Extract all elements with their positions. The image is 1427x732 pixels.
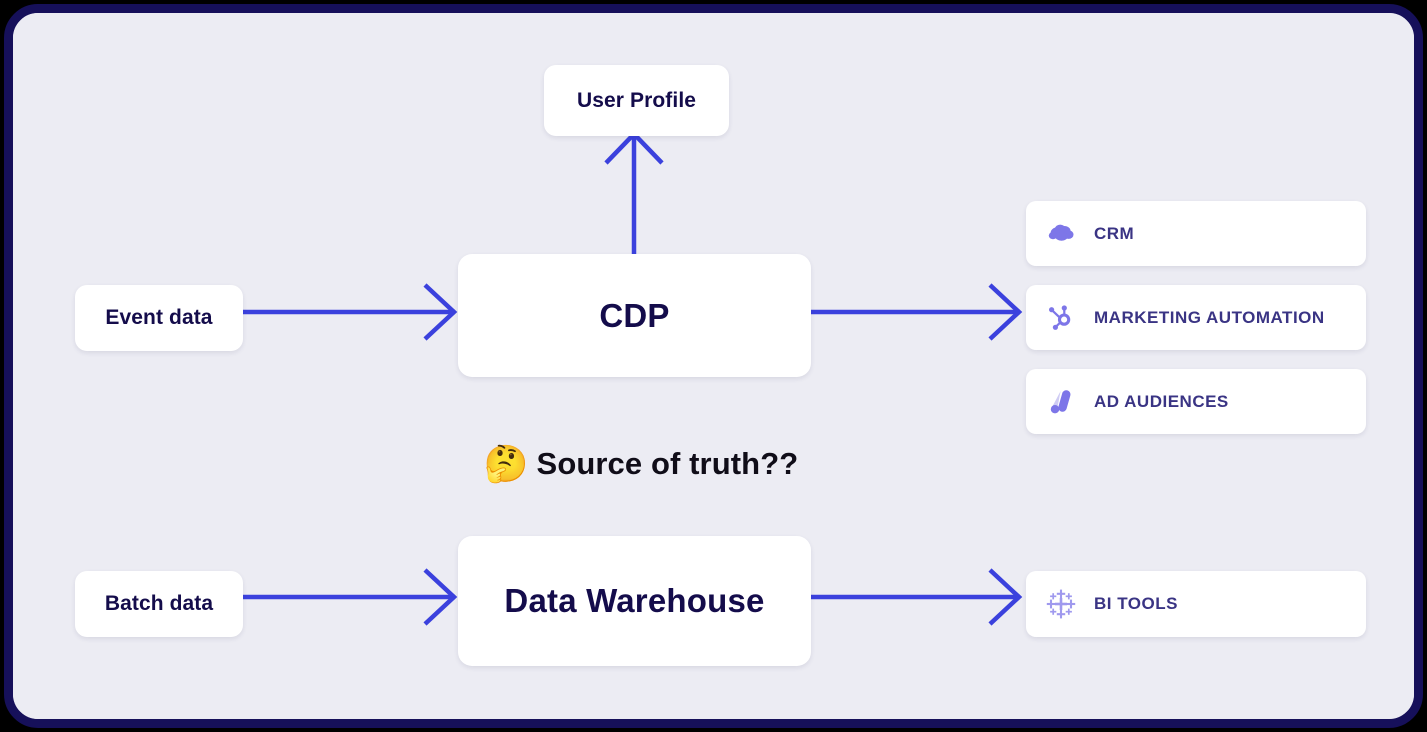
node-data-warehouse-label: Data Warehouse [504, 582, 765, 619]
arrow-event-to-cdp-head [423, 283, 458, 341]
thinking-face-icon: 🤔 [483, 443, 529, 484]
node-batch-data-label: Batch data [104, 592, 214, 615]
diagram-frame: Event data Batch data CDP Data Warehouse… [4, 4, 1423, 728]
destination-card-bi-tools: BI TOOLS [1026, 571, 1366, 637]
arrow-batch-to-warehouse-head [423, 568, 458, 626]
node-event-data: Event data [75, 285, 243, 351]
destination-card-ad-audiences: AD AUDIENCES [1026, 369, 1366, 434]
node-user-profile: User Profile [544, 65, 729, 136]
node-data-warehouse: Data Warehouse [458, 536, 811, 666]
destination-card-crm: CRM [1026, 201, 1366, 266]
destination-card-marketing-automation: MARKETING AUTOMATION [1026, 285, 1366, 350]
diagram-canvas: Event data Batch data CDP Data Warehouse… [13, 13, 1414, 719]
tableau-icon [1046, 589, 1076, 619]
salesforce-cloud-icon [1048, 224, 1074, 241]
node-cdp-label: CDP [599, 296, 670, 334]
arrow-cdp-to-user-profile-head [604, 130, 664, 165]
node-event-data-label: Event data [105, 306, 213, 329]
destination-label-marketing-automation: MARKETING AUTOMATION [1094, 307, 1325, 327]
hubspot-sprocket-icon [1049, 304, 1071, 330]
destination-label-ad-audiences: AD AUDIENCES [1094, 391, 1229, 411]
node-batch-data: Batch data [75, 571, 243, 637]
arrow-cdp-to-destinations-head [988, 283, 1023, 341]
destination-label-crm: CRM [1094, 223, 1135, 243]
destination-label-bi-tools: BI TOOLS [1094, 594, 1178, 613]
source-of-truth-annotation: 🤔 Source of truth?? [456, 434, 826, 494]
source-of-truth-label: Source of truth?? [536, 446, 799, 481]
node-user-profile-label: User Profile [576, 88, 697, 112]
arrow-warehouse-to-bi-head [988, 568, 1023, 626]
node-cdp: CDP [458, 254, 811, 377]
google-ads-icon [1050, 389, 1071, 413]
